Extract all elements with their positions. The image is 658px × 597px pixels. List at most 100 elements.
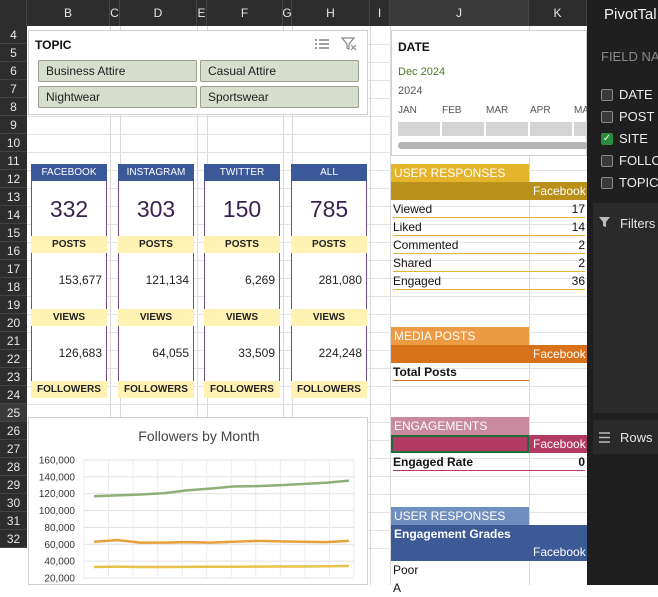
card-views-label-facebook: VIEWS xyxy=(31,309,107,326)
clear-filter-icon[interactable] xyxy=(340,37,357,51)
row-header-13[interactable]: 13 xyxy=(0,188,27,206)
user-response-label[interactable]: Liked xyxy=(393,218,529,236)
user-responses-header-band xyxy=(391,182,529,200)
row-header-16[interactable]: 16 xyxy=(0,242,27,260)
row-header-19[interactable]: 19 xyxy=(0,296,27,314)
row-header-32[interactable]: 32 xyxy=(0,530,27,548)
row-header-27[interactable]: 27 xyxy=(0,440,27,458)
user-responses-title: USER RESPONSES xyxy=(391,164,529,182)
user-response-label[interactable]: Engaged xyxy=(393,272,529,290)
row-header-26[interactable]: 26 xyxy=(0,422,27,440)
row-header-9[interactable]: 9 xyxy=(0,116,27,134)
engagements-col-facebook[interactable]: Facebook xyxy=(529,435,587,453)
date-slicer-title: DATE xyxy=(398,40,430,54)
card-site-twitter: TWITTER xyxy=(204,164,280,181)
user-response-label[interactable]: Shared xyxy=(393,254,529,272)
grade-row-a[interactable]: A xyxy=(393,579,529,597)
media-posts-header-band xyxy=(391,345,529,363)
row-header-10[interactable]: 10 xyxy=(0,134,27,152)
column-header-i[interactable]: I xyxy=(370,0,390,26)
checkbox-unchecked[interactable] xyxy=(601,88,613,101)
timeline-scrollbar[interactable] xyxy=(398,142,588,149)
timeline-month-bar[interactable] xyxy=(530,122,572,136)
user-response-value[interactable]: 14 xyxy=(529,218,585,236)
timeline-month-bar[interactable] xyxy=(398,122,440,136)
user-response-value[interactable]: 2 xyxy=(529,254,585,272)
card-posts-label-twitter: POSTS xyxy=(204,236,280,253)
column-header-b[interactable]: B xyxy=(27,0,110,26)
chart-y-tick-label: 60,000 xyxy=(44,540,75,551)
checkbox-unchecked[interactable] xyxy=(601,154,613,167)
field-name-header: FIELD NA xyxy=(601,49,658,64)
engaged-rate-label[interactable]: Engaged Rate xyxy=(393,453,529,471)
row-header-18[interactable]: 18 xyxy=(0,278,27,296)
checkbox-unchecked[interactable] xyxy=(601,110,613,123)
row-header-8[interactable]: 8 xyxy=(0,98,27,116)
media-posts-col-facebook[interactable]: Facebook xyxy=(529,345,587,363)
row-header-29[interactable]: 29 xyxy=(0,476,27,494)
filters-section[interactable] xyxy=(593,203,658,413)
row-header-11[interactable]: 11 xyxy=(0,152,27,170)
column-header-g[interactable]: G xyxy=(282,0,292,26)
engaged-rate-value[interactable]: 0 xyxy=(529,453,585,471)
row-header-22[interactable]: 22 xyxy=(0,350,27,368)
followers-chart[interactable]: Followers by Month 160,000 140,000 120,000… xyxy=(28,417,368,585)
card-views-twitter: 6,269 xyxy=(244,273,275,287)
timeline-month-label: MAR xyxy=(486,105,509,116)
pivot-field-site[interactable]: ✓ SITE xyxy=(601,131,648,146)
grade-row-poor[interactable]: Poor xyxy=(393,561,529,579)
timeline-month-label: FEB xyxy=(442,105,462,116)
filters-label: Filters xyxy=(620,216,656,231)
slicer-button-nightwear[interactable]: Nightwear xyxy=(38,86,197,108)
slicer-button-casual-attire[interactable]: Casual Attire xyxy=(200,60,359,82)
user-responses-col-facebook[interactable]: Facebook xyxy=(529,182,587,200)
row-header-21[interactable]: 21 xyxy=(0,332,27,350)
column-header-d[interactable]: D xyxy=(120,0,197,26)
column-header-k[interactable]: K xyxy=(529,0,587,26)
row-header-31[interactable]: 31 xyxy=(0,512,27,530)
row-header-14[interactable]: 14 xyxy=(0,206,27,224)
column-header-j[interactable]: J xyxy=(390,0,529,26)
column-header-h[interactable]: H xyxy=(292,0,370,26)
pivot-field-post[interactable]: POST xyxy=(601,109,654,124)
engagements-selected-cell[interactable] xyxy=(391,435,529,453)
row-header-12[interactable]: 12 xyxy=(0,170,27,188)
corner-cell[interactable] xyxy=(0,0,27,26)
row-header-25[interactable]: 25 xyxy=(0,404,27,422)
column-header-f[interactable]: F xyxy=(207,0,283,26)
card-views-all: 281,080 xyxy=(318,273,362,287)
slicer-button-business-attire[interactable]: Business Attire xyxy=(38,60,197,82)
row-header-24[interactable]: 24 xyxy=(0,386,27,404)
user-response-value[interactable]: 17 xyxy=(529,200,585,218)
checkbox-checked[interactable]: ✓ xyxy=(601,132,613,145)
card-posts-label-instagram: POSTS xyxy=(118,236,194,253)
user-response-value[interactable]: 2 xyxy=(529,236,585,254)
pivot-field-follo[interactable]: FOLLO xyxy=(601,153,658,168)
chart-y-tick-label: 140,000 xyxy=(39,472,76,483)
user-response-label[interactable]: Viewed xyxy=(393,200,529,218)
column-header-e[interactable]: E xyxy=(197,0,207,26)
row-header-17[interactable]: 17 xyxy=(0,260,27,278)
row-header-23[interactable]: 23 xyxy=(0,368,27,386)
row-header-30[interactable]: 30 xyxy=(0,494,27,512)
row-header-28[interactable]: 28 xyxy=(0,458,27,476)
column-header-c[interactable]: C xyxy=(110,0,120,26)
user-response-label[interactable]: Commented xyxy=(393,236,529,254)
timeline-month-bar[interactable] xyxy=(486,122,528,136)
row-header-5[interactable]: 5 xyxy=(0,44,27,62)
slicer-button-sportswear[interactable]: Sportswear xyxy=(200,86,359,108)
row-header-4[interactable]: 4 xyxy=(0,26,27,44)
checkbox-unchecked[interactable] xyxy=(601,176,613,189)
row-header-20[interactable]: 20 xyxy=(0,314,27,332)
row-header-15[interactable]: 15 xyxy=(0,224,27,242)
pivot-field-topic[interactable]: TOPIC xyxy=(601,175,658,190)
date-slicer[interactable]: DATE Dec 2024 2024 JAN FEB MAR APR MA xyxy=(391,30,616,156)
row-header-6[interactable]: 6 xyxy=(0,62,27,80)
media-posts-row-label[interactable]: Total Posts xyxy=(393,363,529,381)
multi-select-icon[interactable] xyxy=(314,37,330,51)
pivot-field-date[interactable]: DATE xyxy=(601,87,653,102)
timeline-month-bar[interactable] xyxy=(442,122,484,136)
row-header-7[interactable]: 7 xyxy=(0,80,27,98)
user-response-value[interactable]: 36 xyxy=(529,272,585,290)
user-responses2-col-facebook[interactable]: Facebook xyxy=(529,543,587,561)
